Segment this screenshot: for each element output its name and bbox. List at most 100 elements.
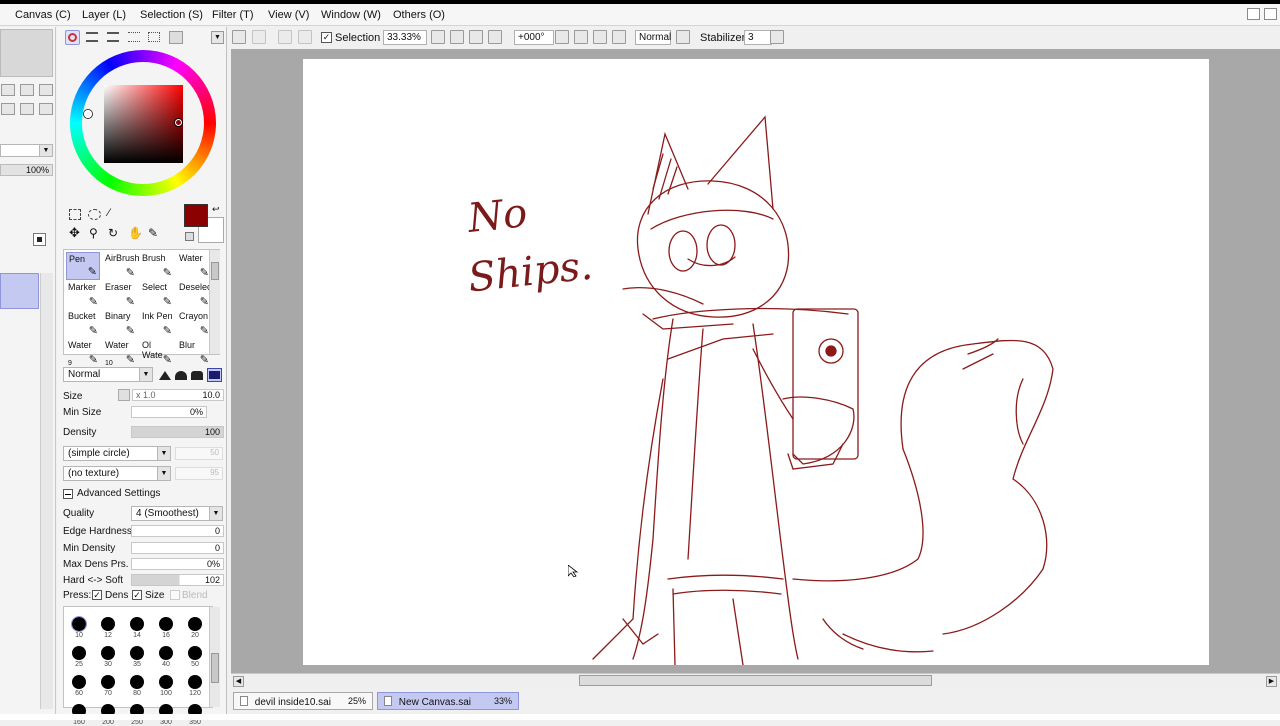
rotation-field[interactable]: +000°	[514, 30, 554, 45]
brush-size-preset[interactable]	[101, 646, 115, 660]
tool-deselect-7[interactable]: Deselect ✎	[177, 281, 214, 309]
brush-blend-dropdown[interactable]: Normal ▼	[63, 367, 153, 382]
tool-select-6[interactable]: Select ✎	[140, 281, 174, 309]
undo-icon[interactable]	[232, 30, 246, 44]
brush-size-preset[interactable]	[72, 675, 86, 689]
menu-layer[interactable]: Layer (L)	[82, 9, 126, 21]
sv-marker[interactable]	[175, 119, 182, 126]
scroll-right-icon[interactable]: ▶	[1266, 676, 1277, 687]
stabilizer-field[interactable]: 3	[744, 30, 772, 45]
brush-size-preset[interactable]	[188, 675, 202, 689]
menu-view[interactable]: View (V)	[268, 9, 309, 21]
tool-water-3[interactable]: Water ✎	[177, 252, 211, 280]
hsv-slider-mode-icon[interactable]	[107, 32, 119, 42]
brush-size-preset[interactable]	[130, 675, 144, 689]
hard-soft-slider[interactable]: 102	[131, 574, 224, 586]
scratchpad-mode-icon[interactable]	[148, 32, 160, 42]
advanced-toggle-icon[interactable]	[63, 489, 73, 499]
eyedropper-icon[interactable]: ✎	[148, 226, 162, 240]
magic-wand-icon[interactable]: ⁄	[108, 207, 121, 221]
size-range-icon[interactable]	[118, 389, 130, 401]
zoom-field[interactable]: 33.33%	[383, 30, 427, 45]
brush-size-preset[interactable]	[130, 617, 144, 631]
redo-icon[interactable]	[252, 30, 266, 44]
brush-size-preset[interactable]	[159, 675, 173, 689]
rgb-slider-mode-icon[interactable]	[86, 32, 98, 42]
tool-crayon-11[interactable]: Crayon ✎	[177, 310, 211, 338]
min-size-slider[interactable]: 0%	[131, 406, 207, 418]
layer-item-selected[interactable]	[0, 273, 39, 309]
rotate-ccw-icon[interactable]	[574, 30, 588, 44]
menu-canvas[interactable]: Canvas (C)	[15, 9, 71, 21]
zoom-out-icon[interactable]	[1, 84, 15, 96]
flip-icon[interactable]	[676, 30, 690, 44]
selection-checkbox[interactable]: ✓	[321, 32, 332, 43]
tool-airbrush-1[interactable]: AirBrush ✎	[103, 252, 140, 280]
brush-size-preset[interactable]	[159, 646, 173, 660]
transparent-color-icon[interactable]	[185, 232, 194, 241]
rotate-left-icon[interactable]	[1, 103, 15, 115]
navigator-thumbnail[interactable]	[0, 29, 53, 77]
layer-mode-dropdown[interactable]: ▼	[0, 144, 53, 157]
invert-selection-icon[interactable]	[298, 30, 312, 44]
press-density-checkbox[interactable]: ✓	[92, 590, 102, 600]
brush-size-preset[interactable]	[101, 675, 115, 689]
press-size-checkbox[interactable]: ✓	[132, 590, 142, 600]
foreground-color-swatch[interactable]	[184, 204, 208, 227]
texture-dropdown[interactable]: (no texture) ▼	[63, 466, 171, 481]
brush-size-preset[interactable]	[72, 646, 86, 660]
menu-filter[interactable]: Filter (T)	[212, 9, 254, 21]
color-mixer-icon[interactable]	[169, 31, 183, 44]
horizontal-scroll-thumb[interactable]	[579, 675, 932, 686]
tool-bucket-8[interactable]: Bucket ✎	[66, 310, 100, 338]
shape-flat-icon[interactable]	[159, 369, 172, 381]
zoom-reset-icon[interactable]	[488, 30, 502, 44]
menu-others[interactable]: Others (O)	[393, 9, 445, 21]
layer-opacity-slider[interactable]: 100%	[0, 164, 53, 176]
rotate-reset-icon[interactable]	[612, 30, 626, 44]
vertical-scrollbar[interactable]	[1266, 49, 1280, 673]
layer-visibility-icon[interactable]	[33, 233, 46, 246]
scroll-left-icon[interactable]: ◀	[233, 676, 244, 687]
shape-hard-icon[interactable]	[207, 368, 222, 382]
brush-size-preset[interactable]	[188, 646, 202, 660]
rotation-dropdown-icon[interactable]	[555, 30, 569, 44]
tool-water-12[interactable]: Water ✎ 9	[66, 339, 100, 367]
min-density-slider[interactable]: 0	[131, 542, 224, 554]
swap-colors-icon[interactable]: ↩	[212, 204, 222, 214]
size-slider[interactable]: x 1.0 10.0	[132, 389, 224, 401]
tool-water-13[interactable]: Water ✎ 10	[103, 339, 137, 367]
layer-scrollbar[interactable]	[40, 273, 53, 709]
zoom-reset-icon[interactable]	[39, 84, 53, 96]
saturation-value-square[interactable]	[104, 85, 183, 163]
texture-strength-slider[interactable]: 95	[175, 467, 223, 480]
rect-select-icon[interactable]	[69, 209, 81, 220]
menu-window[interactable]: Window (W)	[321, 9, 381, 21]
move-icon[interactable]: ✥	[69, 226, 83, 240]
brush-size-preset[interactable]	[130, 646, 144, 660]
drawing-canvas[interactable]: No Ships.	[303, 59, 1209, 665]
edge-hardness-slider[interactable]: 0	[131, 525, 224, 537]
zoom-dropdown-icon[interactable]	[431, 30, 445, 44]
shape-strength-slider[interactable]: 50	[175, 447, 223, 460]
tool-eraser-5[interactable]: Eraser ✎	[103, 281, 137, 309]
deselect-icon[interactable]	[278, 30, 292, 44]
restore-button[interactable]	[1264, 8, 1277, 20]
tool-brush-2[interactable]: Brush ✎	[140, 252, 174, 280]
rotate-right-icon[interactable]	[39, 103, 53, 115]
color-wheel-mode-icon[interactable]	[65, 30, 80, 45]
panel-menu-icon[interactable]: ▼	[211, 31, 224, 44]
zoom-in-icon[interactable]	[20, 84, 34, 96]
tool-grid-scrollbar[interactable]	[209, 250, 220, 354]
shape-soft-icon[interactable]	[191, 369, 204, 381]
size-grid-scrollbar[interactable]	[209, 607, 220, 707]
brush-size-preset[interactable]	[101, 617, 115, 631]
file-tab-1[interactable]: devil inside10.sai 25%	[233, 692, 373, 710]
hue-marker[interactable]	[84, 110, 92, 118]
quality-dropdown[interactable]: 4 (Smoothest) ▼	[131, 506, 223, 521]
tool-marker-4[interactable]: Marker ✎	[66, 281, 100, 309]
tool-blur-15[interactable]: Blur ✎	[177, 339, 211, 367]
zoom-icon[interactable]: ⚲	[89, 226, 103, 240]
rotate-cw-icon[interactable]	[593, 30, 607, 44]
file-tab-2[interactable]: New Canvas.sai 33%	[377, 692, 519, 710]
